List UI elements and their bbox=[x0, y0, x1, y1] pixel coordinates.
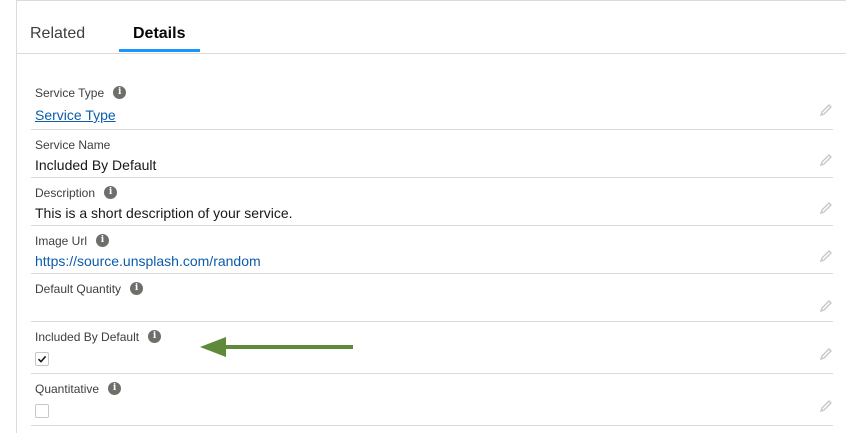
info-icon[interactable]: i bbox=[113, 86, 127, 100]
tab-bar: Related Details bbox=[17, 1, 846, 54]
info-icon[interactable]: i bbox=[104, 186, 118, 200]
field-label: Quantitative bbox=[35, 381, 100, 396]
field-label: Image Url bbox=[35, 233, 88, 248]
checkmark-icon bbox=[37, 355, 47, 363]
field-image-url: Image Url i https://source.unsplash.com/r… bbox=[31, 225, 833, 274]
record-detail-panel: Related Details Service Type i Service Ty… bbox=[16, 0, 846, 433]
pencil-icon[interactable] bbox=[819, 153, 833, 167]
field-label-row: Service Type i bbox=[35, 84, 127, 100]
service-type-link[interactable]: Service Type bbox=[35, 106, 116, 124]
description-value: This is a short description of your serv… bbox=[35, 205, 293, 221]
tab-details[interactable]: Details bbox=[133, 25, 185, 43]
field-default-quantity: Default Quantity i bbox=[31, 273, 833, 322]
quantitative-checkbox bbox=[35, 404, 49, 418]
field-label: Default Quantity bbox=[35, 281, 122, 296]
tab-related[interactable]: Related bbox=[30, 25, 85, 43]
field-included-by-default: Included By Default i bbox=[31, 321, 833, 374]
pencil-icon[interactable] bbox=[819, 201, 833, 215]
field-service-type: Service Type i Service Type bbox=[31, 77, 833, 130]
info-icon[interactable]: i bbox=[148, 330, 162, 344]
field-label-row: Default Quantity i bbox=[35, 280, 144, 296]
pencil-icon[interactable] bbox=[819, 347, 833, 361]
field-label-row: Image Url i bbox=[35, 232, 110, 248]
included-by-default-checkbox bbox=[35, 352, 49, 366]
pencil-icon[interactable] bbox=[819, 399, 833, 413]
info-icon[interactable]: i bbox=[96, 234, 110, 248]
pencil-icon[interactable] bbox=[819, 103, 833, 117]
info-icon[interactable]: i bbox=[108, 382, 122, 396]
field-label-row: Service Name bbox=[35, 136, 110, 152]
field-label-row: Quantitative i bbox=[35, 380, 122, 396]
field-service-name: Service Name Included By Default bbox=[31, 129, 833, 178]
arrow-left-icon bbox=[200, 337, 353, 357]
field-label: Service Name bbox=[35, 137, 111, 152]
field-label: Service Type bbox=[35, 85, 105, 100]
field-label: Included By Default bbox=[35, 329, 140, 344]
active-tab-indicator bbox=[119, 49, 200, 52]
field-label: Description bbox=[35, 185, 96, 200]
image-url-link[interactable]: https://source.unsplash.com/random bbox=[35, 252, 261, 270]
pencil-icon[interactable] bbox=[819, 299, 833, 313]
service-name-value: Included By Default bbox=[35, 157, 157, 173]
field-label-row: Description i bbox=[35, 184, 118, 200]
field-quantitative: Quantitative i bbox=[31, 373, 833, 426]
pencil-icon[interactable] bbox=[819, 249, 833, 263]
field-label-row: Included By Default i bbox=[35, 328, 162, 344]
field-description: Description i This is a short description… bbox=[31, 177, 833, 226]
info-icon[interactable]: i bbox=[130, 282, 144, 296]
